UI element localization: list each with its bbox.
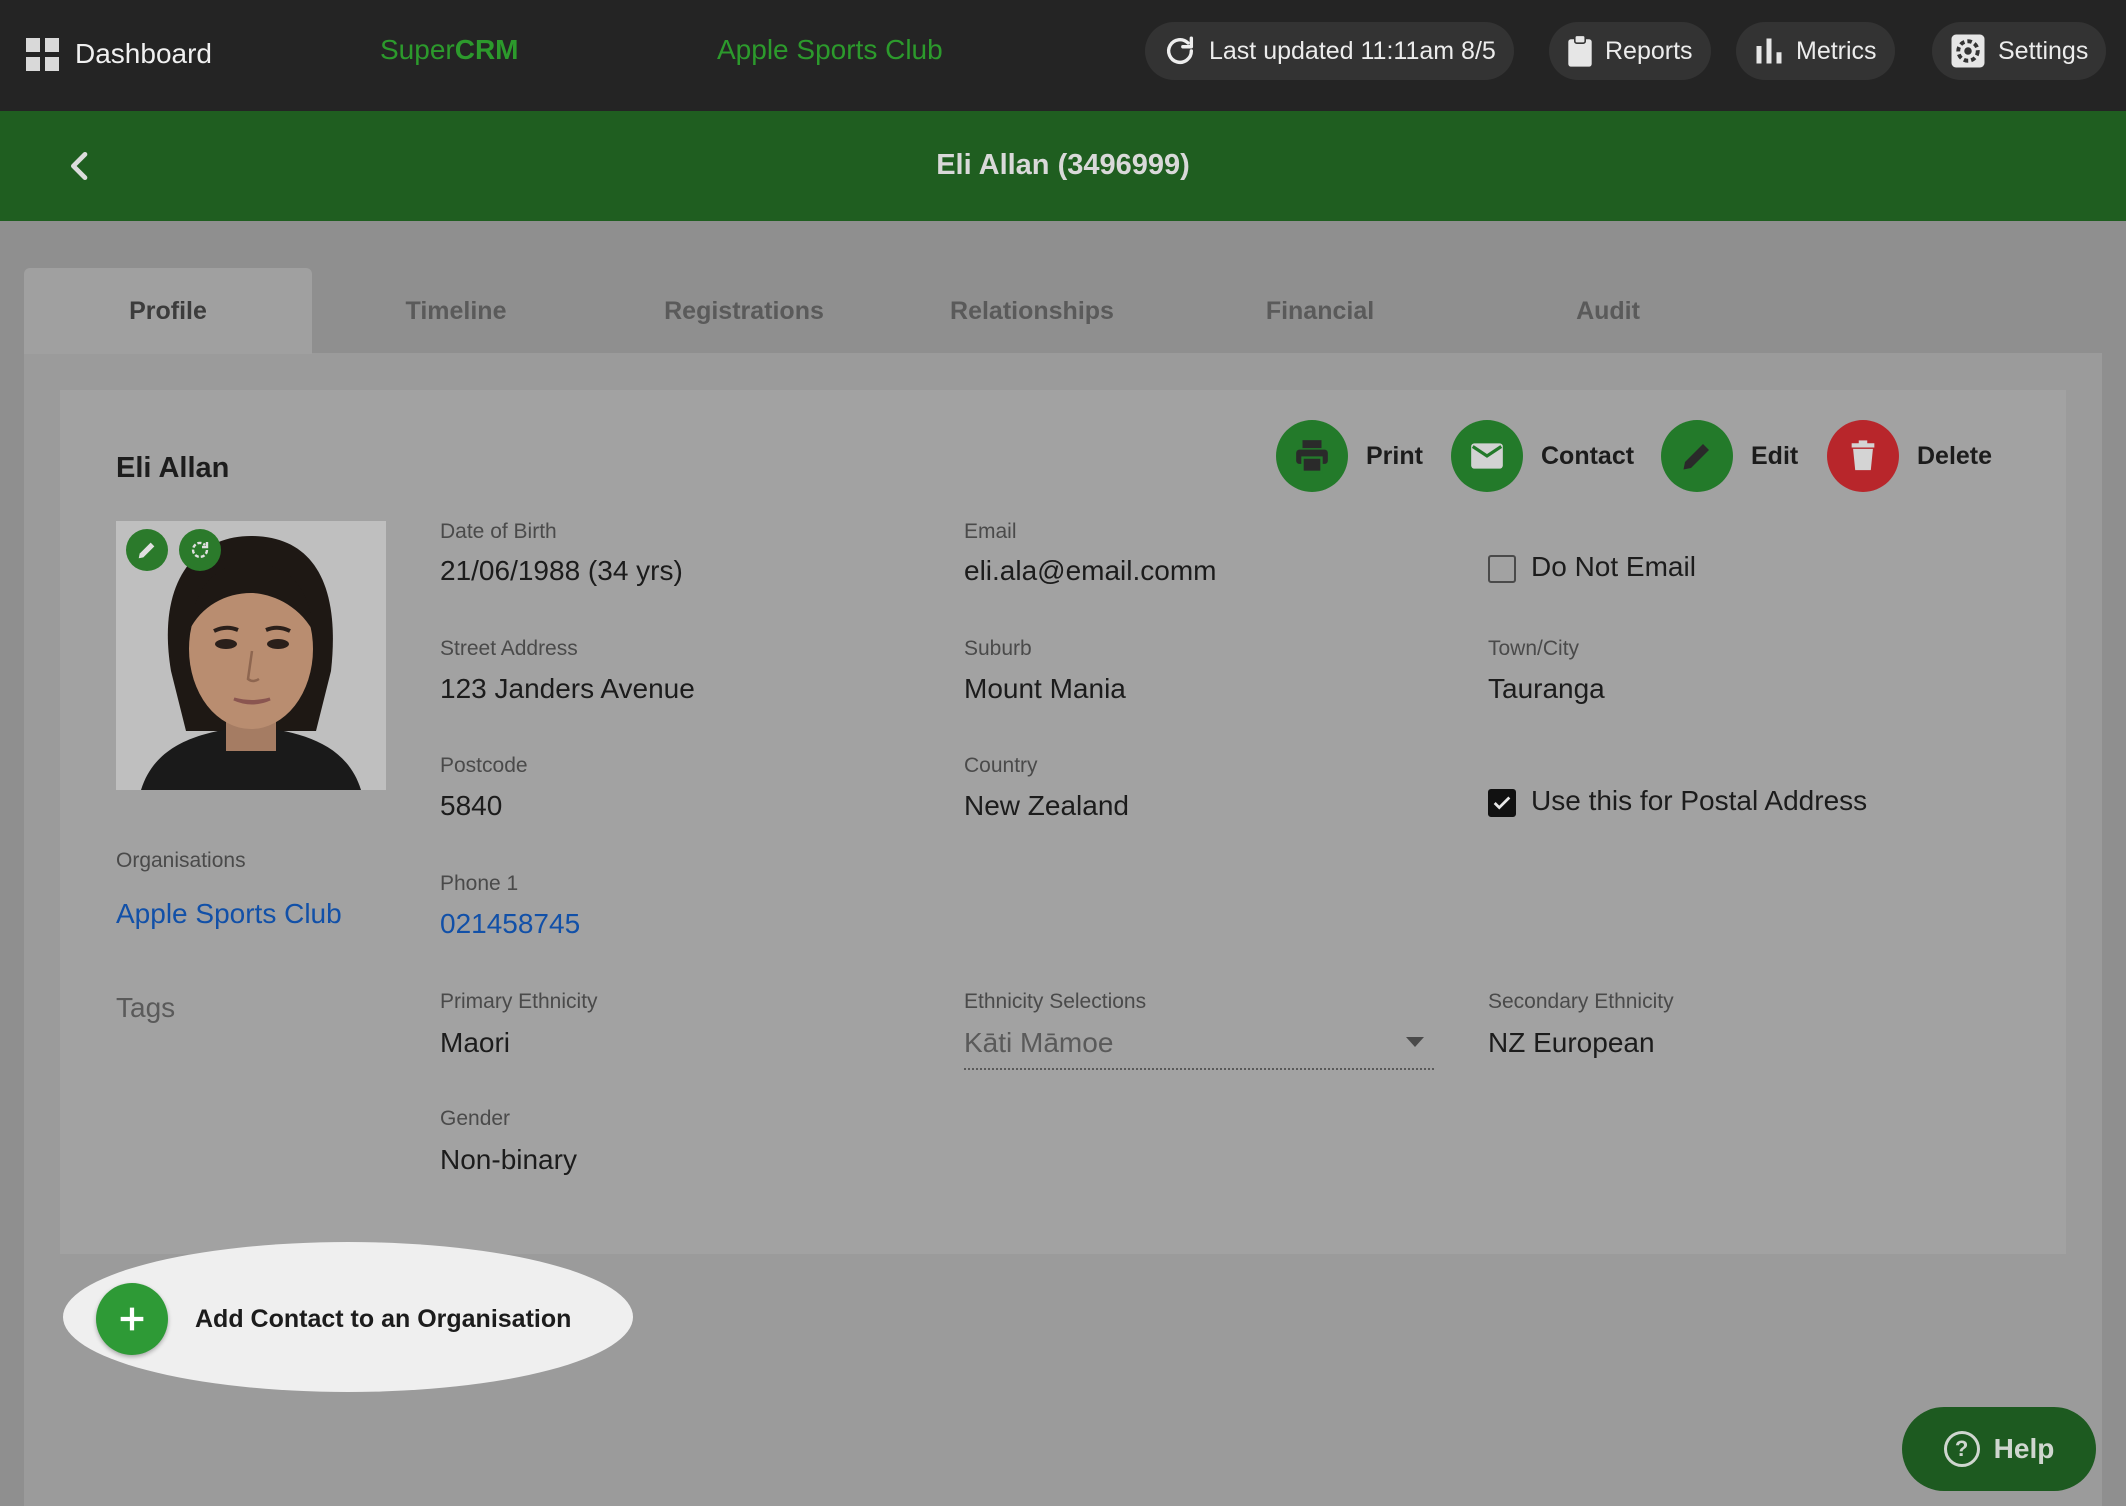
tab-registrations[interactable]: Registrations — [600, 268, 888, 354]
gender-label: Gender — [440, 1107, 511, 1130]
street-label: Street Address — [440, 637, 578, 660]
reports-label: Reports — [1605, 36, 1693, 65]
phone-label: Phone 1 — [440, 872, 519, 895]
profile-card — [60, 390, 2066, 1254]
organisation-link[interactable]: Apple Sports Club — [116, 898, 342, 930]
ethnicity-selections-select[interactable]: Kāti Māmoe — [964, 1027, 1113, 1059]
edit-photo-button[interactable] — [126, 529, 168, 571]
tab-timeline[interactable]: Timeline — [312, 268, 600, 354]
dashboard-grid-icon — [26, 37, 59, 71]
tab-financial[interactable]: Financial — [1176, 268, 1464, 354]
country-label: Country — [964, 754, 1038, 777]
refresh-photo-button[interactable] — [179, 529, 221, 571]
edit-label: Edit — [1751, 441, 1799, 470]
contact-label: Contact — [1541, 441, 1635, 470]
chevron-down-icon[interactable] — [1406, 1037, 1424, 1047]
last-updated-label: Last updated 11:11am 8/5 — [1209, 36, 1496, 65]
dob-value: 21/06/1988 (34 yrs) — [440, 555, 683, 586]
metrics-label: Metrics — [1796, 36, 1877, 65]
suburb-label: Suburb — [964, 637, 1032, 660]
town-label: Town/City — [1488, 637, 1580, 660]
organisations-label: Organisations — [116, 849, 246, 872]
country-value: New Zealand — [964, 790, 1129, 821]
gear-icon — [1950, 33, 1986, 69]
last-updated-button[interactable]: Last updated 11:11am 8/5 — [1145, 22, 1514, 80]
print-label: Print — [1366, 441, 1423, 470]
top-navbar: Dashboard SuperCRM Apple Sports Club Las… — [0, 0, 2126, 111]
help-button[interactable]: ? Help — [1902, 1407, 2096, 1491]
brand-logo[interactable]: SuperCRM — [380, 34, 518, 66]
select-underline — [964, 1068, 1434, 1070]
refresh-icon — [191, 541, 209, 559]
primary-ethnicity-value: Maori — [440, 1027, 511, 1058]
do-not-email-checkbox[interactable] — [1488, 555, 1516, 583]
contact-button[interactable]: Contact — [1451, 420, 1634, 492]
dashboard-link[interactable]: Dashboard — [26, 32, 212, 76]
settings-label: Settings — [1998, 36, 2089, 65]
pencil-icon — [138, 542, 155, 559]
print-button[interactable]: Print — [1276, 420, 1423, 492]
question-icon: ? — [1943, 1431, 1980, 1467]
town-value: Tauranga — [1488, 673, 1605, 704]
envelope-icon — [1451, 420, 1523, 492]
email-label: Email — [964, 520, 1017, 543]
help-label: Help — [1993, 1433, 2055, 1464]
printer-icon — [1276, 420, 1348, 492]
club-name[interactable]: Apple Sports Club — [717, 34, 943, 66]
gender-value: Non-binary — [440, 1144, 577, 1175]
trash-icon — [1827, 420, 1899, 492]
postal-address-label: Use this for Postal Address — [1531, 785, 1868, 816]
postcode-label: Postcode — [440, 754, 528, 777]
tab-audit[interactable]: Audit — [1464, 268, 1752, 354]
contact-header: Eli Allan (3496999) — [0, 111, 2126, 221]
ethnicity-selections-label: Ethnicity Selections — [964, 990, 1147, 1013]
reports-button[interactable]: Reports — [1549, 22, 1711, 80]
tab-profile[interactable]: Profile — [24, 268, 312, 354]
primary-ethnicity-label: Primary Ethnicity — [440, 990, 598, 1013]
clipboard-icon — [1567, 35, 1593, 67]
page-title: Eli Allan (3496999) — [936, 149, 1190, 181]
do-not-email-label: Do Not Email — [1531, 551, 1696, 582]
add-org-button[interactable] — [96, 1283, 168, 1355]
email-value: eli.ala@email.comm — [964, 555, 1217, 586]
phone-link[interactable]: 021458745 — [440, 908, 580, 940]
tab-relationships[interactable]: Relationships — [888, 268, 1176, 354]
secondary-ethnicity-label: Secondary Ethnicity — [1488, 990, 1674, 1013]
contact-name: Eli Allan — [116, 452, 230, 484]
add-org-label[interactable]: Add Contact to an Organisation — [195, 1305, 571, 1334]
secondary-ethnicity-value: NZ European — [1488, 1027, 1655, 1058]
dob-label: Date of Birth — [440, 520, 557, 543]
dashboard-label: Dashboard — [75, 38, 212, 69]
suburb-value: Mount Mania — [964, 673, 1126, 704]
edit-button[interactable]: Edit — [1661, 420, 1798, 492]
postal-address-checkbox[interactable] — [1488, 789, 1516, 817]
postcode-value: 5840 — [440, 790, 503, 821]
delete-button[interactable]: Delete — [1827, 420, 1992, 492]
street-value: 123 Janders Avenue — [440, 673, 695, 704]
checkmark-icon — [1493, 796, 1511, 810]
plus-icon — [120, 1307, 144, 1331]
brand-suffix: CRM — [454, 34, 519, 65]
bar-chart-icon — [1754, 36, 1784, 66]
pencil-icon — [1661, 420, 1733, 492]
tab-bar: Profile Timeline Registrations Relations… — [24, 268, 2102, 354]
settings-button[interactable]: Settings — [1932, 22, 2107, 80]
delete-label: Delete — [1917, 441, 1993, 470]
refresh-icon — [1163, 34, 1197, 68]
tags-label: Tags — [116, 992, 176, 1023]
brand-prefix: Super — [380, 34, 455, 65]
metrics-button[interactable]: Metrics — [1736, 22, 1895, 80]
